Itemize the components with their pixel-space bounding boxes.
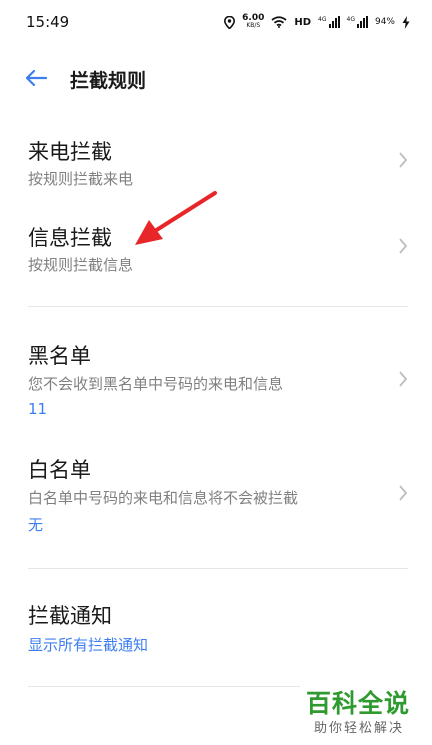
network-speed-unit: KB/S [246, 22, 261, 29]
battery-percent: 94% [374, 17, 395, 27]
status-time: 15:49 [26, 13, 70, 31]
item-subtitle: 按规则拦截信息 [28, 256, 134, 274]
status-icons: 6.00 KB/S HD 4G 4G 94% [224, 14, 410, 30]
back-button[interactable] [24, 66, 48, 90]
wifi-icon [271, 16, 287, 28]
network-speed-value: 6.00 [242, 13, 265, 23]
hd-badge: HD [294, 16, 312, 28]
network-speed: 6.00 KB/S [242, 14, 264, 30]
list-item-block-notifications[interactable]: 拦截通知 显示所有拦截通知 [0, 594, 432, 664]
item-title: 白名单 [28, 458, 91, 482]
item-title: 黑名单 [28, 344, 91, 368]
signal-sim1-icon: 4G [318, 16, 340, 28]
item-subtitle: 按规则拦截来电 [28, 170, 134, 188]
sim1-network-type: 4G [318, 16, 327, 23]
item-subtitle: 白名单中号码的来电和信息将不会被拦截 [28, 489, 299, 507]
signal-sim2-icon: 4G [347, 16, 368, 28]
chevron-right-icon [399, 152, 408, 168]
blacklist-count: 11 [28, 400, 48, 418]
annotation-arrow-icon [135, 191, 217, 245]
watermark-main-text: 百科全说 [306, 689, 411, 718]
watermark-sub-text: 助你轻松解决 [314, 721, 405, 736]
chevron-right-icon [399, 238, 408, 254]
whitelist-count: 无 [28, 516, 44, 534]
page-header: 拦截规则 [0, 56, 432, 100]
chevron-right-icon [399, 485, 408, 501]
list-item-whitelist[interactable]: 白名单 白名单中号码的来电和信息将不会被拦截 无 [0, 446, 432, 538]
item-title: 拦截通知 [28, 604, 112, 628]
page-title: 拦截规则 [70, 70, 147, 92]
location-icon [224, 15, 236, 29]
charging-bolt-icon [402, 15, 410, 29]
item-title: 来电拦截 [28, 140, 112, 164]
watermark-logo: 百科全说 助你轻松解决 [300, 684, 426, 740]
chevron-right-icon [399, 371, 408, 387]
item-subtitle: 您不会收到黑名单中号码的来电和信息 [28, 375, 284, 393]
section-divider [28, 306, 408, 307]
status-bar: 15:49 6.00 KB/S HD 4G 4G 94% [0, 0, 432, 44]
section-divider [28, 568, 408, 569]
arrow-left-icon [25, 69, 47, 87]
list-item-blacklist[interactable]: 黑名单 您不会收到黑名单中号码的来电和信息 11 [0, 332, 432, 424]
sim2-network-type: 4G [346, 16, 355, 23]
show-all-notifications-link[interactable]: 显示所有拦截通知 [28, 634, 148, 655]
item-title: 信息拦截 [28, 226, 112, 250]
